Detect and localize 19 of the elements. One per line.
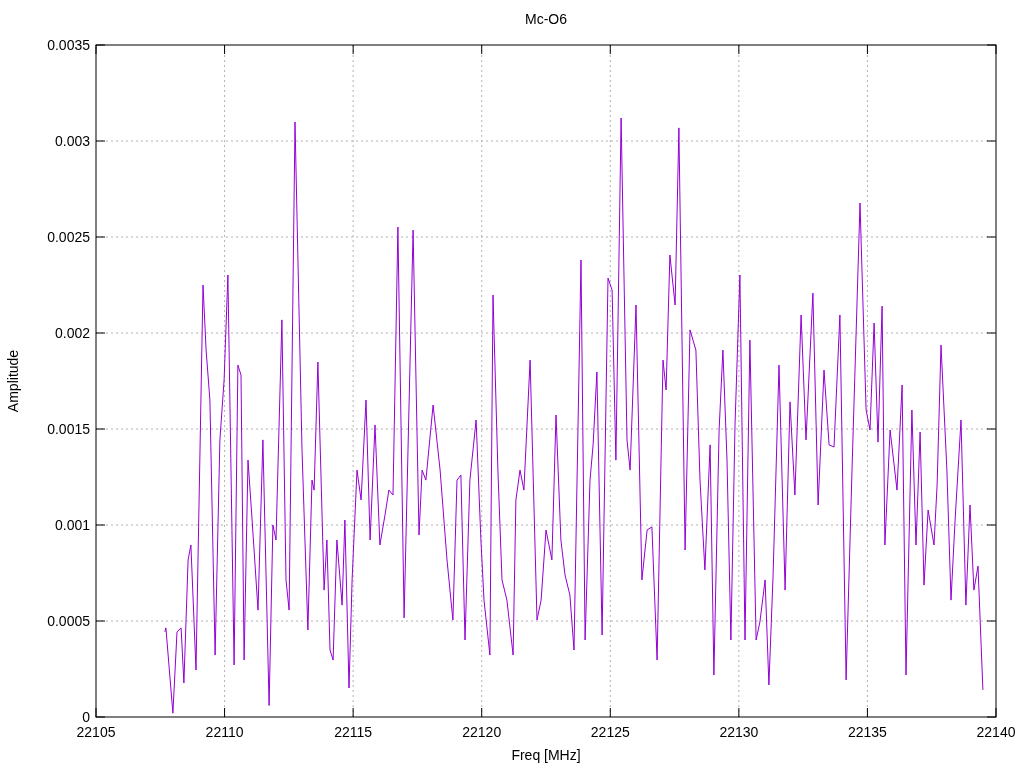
x-tick-label: 22140 xyxy=(976,724,1016,740)
x-tick-label: 22110 xyxy=(205,724,244,740)
y-tick-label: 0.0025 xyxy=(47,229,90,245)
y-tick-label: 0.002 xyxy=(54,325,90,341)
y-tick-label: 0.001 xyxy=(54,517,90,533)
y-tick-label: 0 xyxy=(82,709,90,725)
y-axis-label: Amplitude xyxy=(5,349,21,413)
x-tick-label: 22135 xyxy=(847,724,887,740)
x-tick-label: 22125 xyxy=(590,724,630,740)
x-axis-label: Freq [MHz] xyxy=(511,747,581,763)
chart-title: Mc-O6 xyxy=(525,11,567,27)
y-tick-label: 0.0005 xyxy=(47,613,90,629)
y-tick-label: 0.0015 xyxy=(47,421,90,437)
x-tick-label: 22105 xyxy=(76,724,116,740)
x-tick-label: 22120 xyxy=(462,724,502,740)
y-tick-label: 0.003 xyxy=(54,133,90,149)
x-tick-label: 22115 xyxy=(334,724,373,740)
y-tick-label: 0.0035 xyxy=(47,37,90,53)
x-tick-label: 22130 xyxy=(719,724,759,740)
